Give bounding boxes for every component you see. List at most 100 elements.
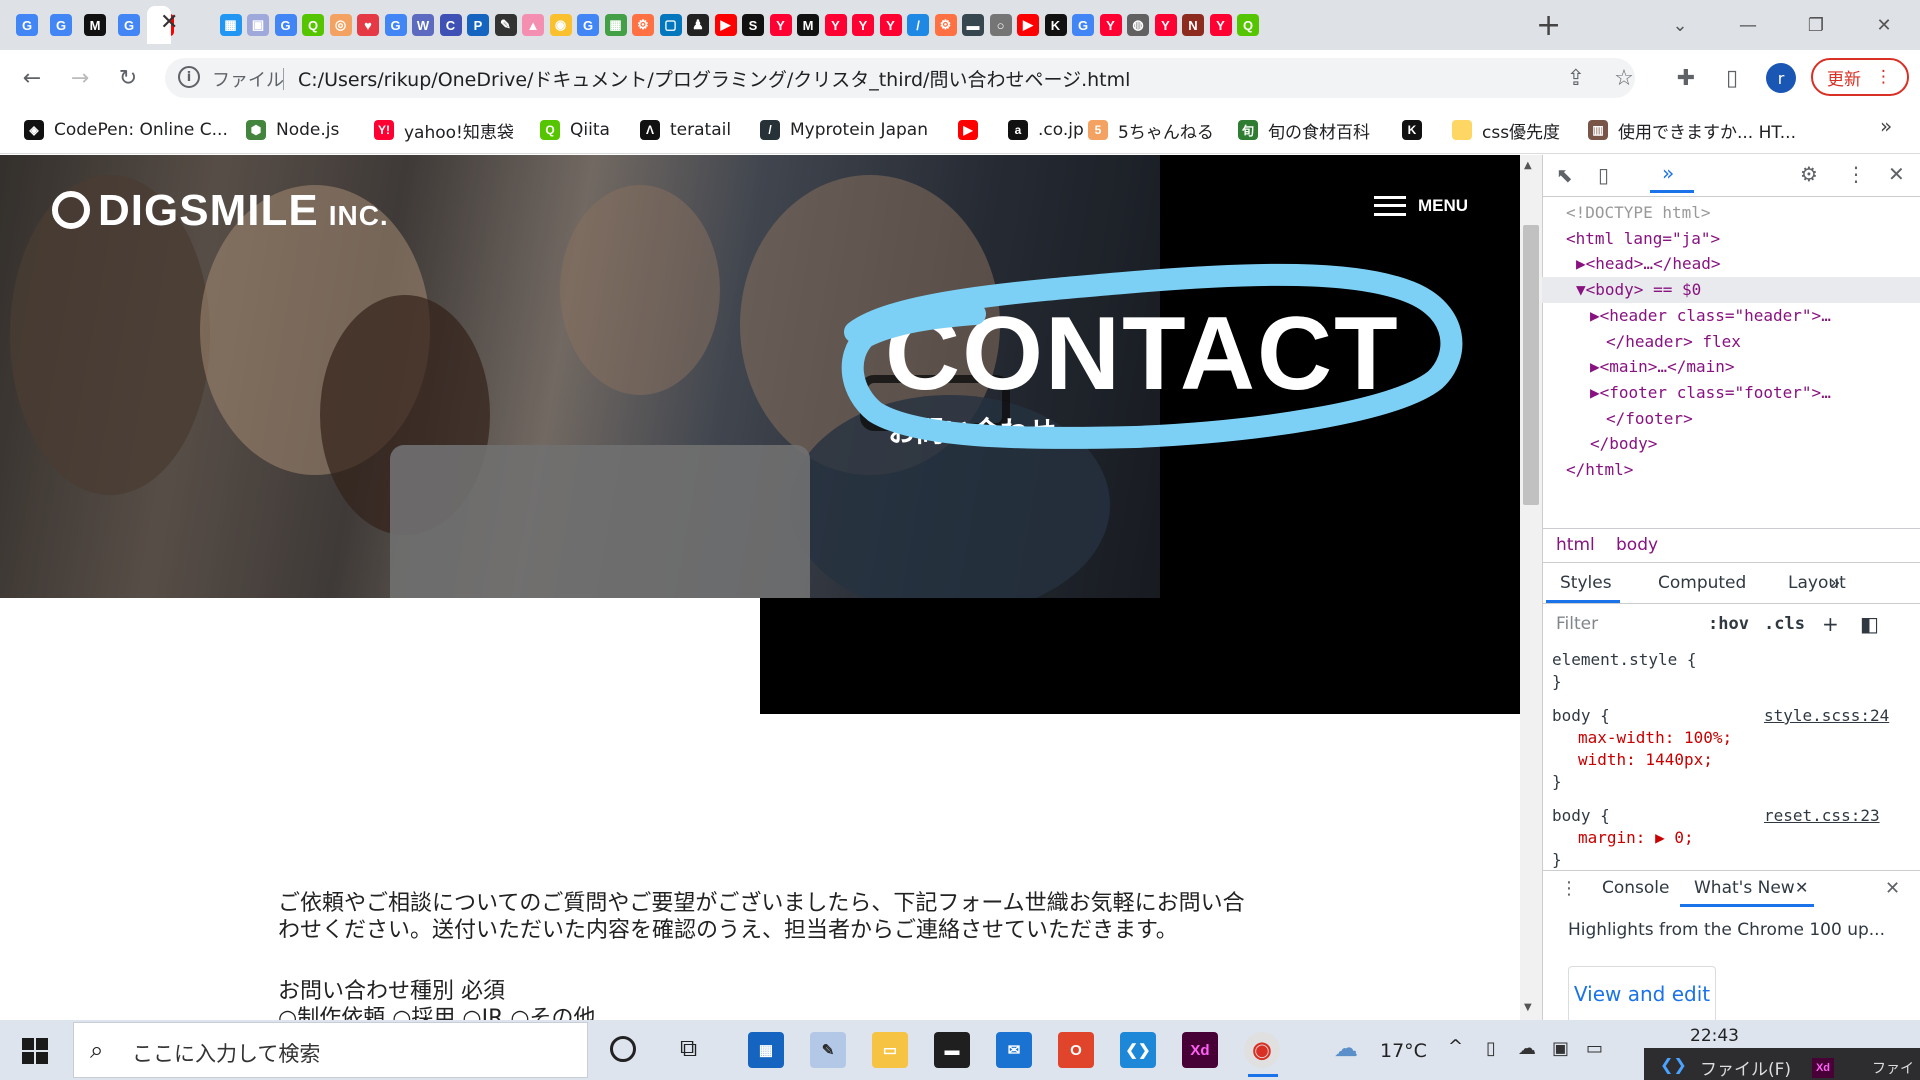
cortana-icon[interactable]	[610, 1036, 636, 1062]
view-and-edit-button[interactable]: View and edit	[1568, 966, 1716, 1020]
tab-favicon[interactable]: ◍	[1127, 14, 1149, 36]
drawer-menu-icon[interactable]: ⋮	[1560, 878, 1578, 899]
tray-chevron-icon[interactable]: ^	[1448, 1036, 1463, 1057]
tab-favicon[interactable]: Q	[1237, 14, 1259, 36]
rule-selector[interactable]: body {	[1552, 706, 1610, 725]
device-toolbar-icon[interactable]: ▯	[1598, 163, 1609, 187]
rule-source-link[interactable]: style.scss:24	[1764, 706, 1889, 725]
extensions-icon[interactable]: ✚	[1672, 64, 1700, 92]
hov-toggle[interactable]: :hov	[1708, 614, 1749, 634]
profile-avatar[interactable]: r	[1766, 63, 1796, 93]
dom-node[interactable]: ▶<main>…</main>	[1590, 357, 1735, 376]
rule-selector[interactable]: body {	[1552, 806, 1610, 825]
tab-favicon[interactable]: S	[742, 14, 764, 36]
share-icon[interactable]: ⇪	[1562, 64, 1590, 92]
bookmark-item[interactable]: 旬旬の食材百科	[1238, 118, 1370, 143]
styles-filter-input[interactable]: Filter	[1556, 614, 1598, 634]
tab-favicon[interactable]: ▢	[659, 14, 682, 36]
bookmark-item[interactable]: / Myprotein Japan	[760, 118, 928, 142]
restore-button[interactable]: ❐	[1796, 10, 1836, 40]
menu-button[interactable]: MENU	[1374, 196, 1468, 216]
paint-icon[interactable]: ✎	[810, 1032, 846, 1068]
tab-favicon[interactable]: /	[907, 14, 929, 36]
site-logo[interactable]: DIGSMILE INC.	[52, 186, 389, 236]
tab-favicon[interactable]: Y	[824, 14, 847, 36]
tab-favicon[interactable]: P	[467, 14, 489, 36]
close-whats-new-icon[interactable]: ✕	[1795, 878, 1808, 897]
new-rule-icon[interactable]: +	[1822, 612, 1839, 636]
toggle-sidebar-icon[interactable]: ◧	[1860, 612, 1879, 636]
tab-favicon[interactable]: Y	[1099, 14, 1122, 36]
tab-favicon[interactable]: N	[1182, 14, 1204, 36]
bookmark-item[interactable]: 5 5ちゃんねる	[1088, 118, 1214, 143]
bookmark-item[interactable]: ◈ CodePen: Online C...	[24, 118, 228, 142]
tab-favicon[interactable]: W	[412, 14, 434, 36]
css-property[interactable]: max-width: 100%;	[1578, 728, 1732, 747]
task-view-icon[interactable]: ⧉	[680, 1034, 697, 1062]
tab-search-icon[interactable]: ⌄	[1660, 10, 1700, 40]
dom-node[interactable]: </footer>	[1606, 409, 1693, 428]
tab-favicon[interactable]: M	[84, 14, 106, 36]
close-window-button[interactable]: ✕	[1864, 10, 1904, 40]
tab-favicon[interactable]: Y	[1209, 14, 1232, 36]
bookmark-star-icon[interactable]: ☆	[1610, 64, 1638, 92]
bookmark-item[interactable]: Q Qiita	[540, 118, 610, 142]
devtools-more-tabs[interactable]: »	[1662, 161, 1674, 185]
bookmark-item[interactable]: ▶	[958, 118, 988, 142]
terminal-icon[interactable]: ▬	[934, 1032, 970, 1068]
dom-node[interactable]: ▶<header class="header">…	[1590, 306, 1831, 325]
info-icon[interactable]: i	[178, 66, 200, 88]
onedrive-icon[interactable]: ☁	[1518, 1038, 1536, 1059]
cls-toggle[interactable]: .cls	[1764, 614, 1805, 634]
forward-icon[interactable]: →	[66, 64, 94, 92]
bookmark-item[interactable]: Λteratail	[640, 118, 731, 142]
windows-start-icon[interactable]	[22, 1038, 48, 1064]
mail-icon[interactable]: ✉	[996, 1032, 1032, 1068]
tab-favicon[interactable]: G	[50, 14, 72, 36]
weather-icon[interactable]: ☁	[1334, 1034, 1358, 1062]
dom-node[interactable]: ▶<footer class="footer">…	[1590, 383, 1831, 402]
bookmark-item[interactable]: K	[1402, 118, 1432, 142]
tab-favicon[interactable]: G	[274, 14, 297, 36]
css-property[interactable]: width: 1440px;	[1578, 750, 1713, 769]
dom-node[interactable]: ▼<body> == $0	[1576, 280, 1701, 299]
bookmark-item[interactable]: Y! yahoo!知恵袋	[374, 118, 514, 143]
panel-tab[interactable]: Computed	[1658, 573, 1746, 593]
tab-favicon[interactable]: ♟	[687, 14, 709, 36]
tab-favicon[interactable]: ▶	[714, 14, 737, 36]
tab-favicon[interactable]: ▣	[247, 14, 269, 36]
tab-favicon[interactable]: ▦	[604, 14, 627, 36]
category-options[interactable]: ○制作依頼 ○採用 ○IR ○その他	[278, 1000, 596, 1020]
minimize-button[interactable]: —	[1728, 10, 1768, 40]
tab-favicon[interactable]: ⚙	[934, 14, 957, 36]
panel-tab[interactable]: Styles	[1560, 573, 1612, 593]
tab-favicon[interactable]: ✎	[494, 14, 517, 36]
tab-favicon[interactable]: G	[16, 14, 38, 36]
drawer-tab[interactable]: Console	[1602, 878, 1670, 898]
dom-node[interactable]: </html>	[1566, 460, 1633, 479]
reload-icon[interactable]: ↻	[114, 64, 142, 92]
tab-favicon[interactable]: ♥	[357, 14, 379, 36]
tab-favicon[interactable]: Y	[852, 14, 874, 36]
office-icon[interactable]: O	[1058, 1032, 1094, 1068]
devtools-menu-icon[interactable]: ⋮	[1846, 162, 1866, 186]
vscode-icon[interactable]: ❮❯	[1120, 1032, 1156, 1068]
bookmark-item[interactable]: css優先度	[1452, 118, 1560, 143]
dom-node[interactable]: </header> flex	[1606, 332, 1741, 351]
tab-favicon[interactable]: G	[1072, 14, 1094, 36]
tab-favicon[interactable]: ▬	[962, 14, 984, 36]
bookmark-item[interactable]: ⬢ Node.js	[246, 118, 339, 142]
address-url[interactable]: C:/Users/rikup/OneDrive/ドキュメント/プログラミング/ク…	[298, 65, 1130, 92]
scroll-up-arrow[interactable]: ▲	[1524, 160, 1532, 171]
breadcrumb-body[interactable]: body	[1616, 535, 1658, 555]
tab-favicon[interactable]: K	[1044, 14, 1067, 36]
tab-favicon[interactable]: G	[118, 14, 140, 36]
close-drawer-icon[interactable]: ✕	[1885, 878, 1900, 899]
close-tab-icon[interactable]: ✕	[160, 10, 178, 35]
breadcrumb-html[interactable]: html	[1556, 535, 1595, 555]
drawer-tab[interactable]: What's New	[1694, 878, 1795, 898]
settings-gear-icon[interactable]: ⚙	[1800, 162, 1818, 186]
dom-node[interactable]: <html lang="ja">	[1566, 229, 1720, 248]
tab-favicon[interactable]: Y	[769, 14, 792, 36]
page-scroll-thumb[interactable]	[1523, 225, 1539, 505]
